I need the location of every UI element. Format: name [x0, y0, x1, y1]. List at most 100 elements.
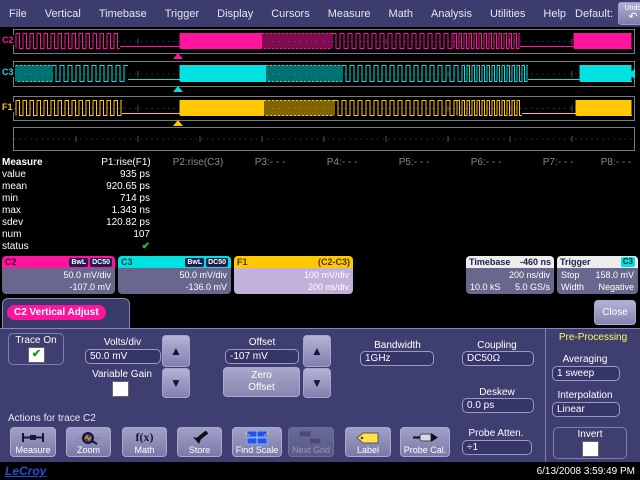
- measure-col-p4[interactable]: P4:- - -: [306, 157, 378, 169]
- tab-c2-vertical-adjust[interactable]: C2 Vertical Adjust: [2, 298, 130, 328]
- invert-checkbox[interactable]: [582, 441, 599, 457]
- menu-cursors[interactable]: Cursors: [262, 8, 319, 20]
- bwl-badge: BwL: [69, 258, 88, 267]
- timebase-box[interactable]: Timebase -460 ns 200 ns/div 10.0 kS 5.0 …: [466, 256, 554, 294]
- probe-cal-button[interactable]: Probe Cal.: [400, 427, 450, 457]
- label-button[interactable]: Label: [345, 427, 391, 457]
- trigger-time-marker-c2[interactable]: [173, 53, 183, 59]
- menu-timebase[interactable]: Timebase: [90, 8, 156, 20]
- coupling-field[interactable]: DC50Ω: [462, 351, 534, 366]
- store-button[interactable]: Store: [177, 427, 222, 457]
- trace-on-checkbox[interactable]: ✔: [28, 347, 45, 363]
- menu-math[interactable]: Math: [380, 8, 422, 20]
- measure-p1-num: 107: [90, 229, 162, 241]
- dc50-badge: DC50: [90, 258, 112, 267]
- zero-offset-button[interactable]: Zero Offset: [223, 367, 300, 397]
- menu-file[interactable]: File: [0, 8, 36, 20]
- measure-p8-value: [594, 169, 638, 181]
- zero-offset-label: Zero Offset: [240, 370, 284, 394]
- volts-div-label: Volts/div: [85, 337, 160, 348]
- grid-strip-f1[interactable]: [13, 96, 635, 121]
- offset-field[interactable]: -107 mV: [225, 349, 299, 364]
- measure-row-label-value: value: [2, 169, 90, 181]
- channel-c2-id: C2: [5, 257, 17, 267]
- offset-down-button[interactable]: ▼: [303, 368, 331, 398]
- close-button[interactable]: Close: [594, 300, 636, 325]
- volts-div-down-button[interactable]: ▼: [162, 368, 190, 398]
- measure-p3-num: [234, 229, 306, 241]
- measure-p5-value: [378, 169, 450, 181]
- find-scale-button[interactable]: Find Scale: [232, 427, 282, 457]
- measure-p8-num: [594, 229, 638, 241]
- measure-col-p7[interactable]: P7:- - -: [522, 157, 594, 169]
- channel-box-c3[interactable]: C3 BwL DC50 50.0 mV/div -136.0 mV: [118, 256, 231, 294]
- trigger-time-marker-f1[interactable]: [173, 120, 183, 126]
- trigger-box[interactable]: Trigger C3 Stop 158.0 mV Width Negative: [557, 256, 638, 294]
- next-grid-button: Next Grid: [288, 427, 334, 457]
- measure-p7-max: [522, 205, 594, 217]
- math-button[interactable]: f(x)Math: [122, 427, 167, 457]
- measure-col-p3[interactable]: P3:- - -: [234, 157, 306, 169]
- volts-div-field[interactable]: 50.0 mV: [85, 349, 161, 364]
- bandwidth-field[interactable]: 1GHz: [360, 351, 434, 366]
- measure-p2-max: [162, 205, 234, 217]
- interpolation-label: Interpolation: [548, 390, 622, 401]
- measure-col-p2[interactable]: P2:rise(C3): [162, 157, 234, 169]
- menu-measure[interactable]: Measure: [319, 8, 380, 20]
- trace-label-f1[interactable]: F1: [1, 102, 14, 112]
- measure-col-p5[interactable]: P5:- - -: [378, 157, 450, 169]
- trace-label-c3[interactable]: C3: [1, 67, 15, 77]
- measure-col-p8[interactable]: P8:- - -: [594, 157, 638, 169]
- measure-p3-sdev: [234, 217, 306, 229]
- measure-p8-mean: [594, 181, 638, 193]
- measure-p1-sdev: 120.82 ps: [90, 217, 162, 229]
- trigger-level-marker-c3[interactable]: [628, 69, 635, 79]
- offset-label: Offset: [225, 337, 299, 348]
- measure-p8-status: [594, 241, 638, 253]
- measure-col-p1[interactable]: P1:rise(F1): [90, 157, 162, 169]
- measure-p5-min: [378, 193, 450, 205]
- panel-divider: [545, 329, 546, 463]
- menu-vertical[interactable]: Vertical: [36, 8, 90, 20]
- timebase-samples: 10.0 kS: [470, 281, 501, 293]
- oscilloscope-screen: FileVerticalTimebaseTriggerDisplayCursor…: [0, 0, 640, 480]
- waveform-display[interactable]: C2 C3 F1: [0, 27, 640, 156]
- menu-display[interactable]: Display: [208, 8, 262, 20]
- measure-p4-value: [306, 169, 378, 181]
- channel-box-f1[interactable]: F1 (C2-C3) 100 mV/div 200 ns/div: [234, 256, 353, 294]
- grid-strip-empty[interactable]: [13, 127, 635, 151]
- grid-strip-c2[interactable]: [13, 29, 635, 54]
- measure-table: MeasureP1:rise(F1)P2:rise(C3)P3:- - -P4:…: [2, 157, 638, 253]
- trigger-kind: Width: [561, 281, 584, 293]
- measure-p8-max: [594, 205, 638, 217]
- interpolation-field[interactable]: Linear: [552, 402, 620, 417]
- invert-label: Invert: [555, 429, 625, 440]
- measure-p2-status: [162, 241, 234, 253]
- zoom-button[interactable]: Zoom: [66, 427, 111, 457]
- channel-box-c2[interactable]: C2 BwL DC50 50.0 mV/div -107.0 mV: [2, 256, 115, 294]
- averaging-label: Averaging: [552, 354, 618, 365]
- probe-atten-field[interactable]: ÷1: [462, 440, 532, 455]
- offset-up-button[interactable]: ▲: [303, 335, 331, 367]
- menu-help[interactable]: Help: [534, 8, 575, 20]
- trigger-time-marker-c3[interactable]: [173, 86, 183, 92]
- variable-gain-checkbox[interactable]: [112, 381, 129, 397]
- measure-button[interactable]: Measure: [10, 427, 56, 457]
- averaging-field[interactable]: 1 sweep: [552, 366, 620, 381]
- measure-col-p6[interactable]: P6:- - -: [450, 157, 522, 169]
- button-label: Zoom: [77, 445, 100, 455]
- volts-div-up-button[interactable]: ▲: [162, 335, 190, 367]
- undo-button[interactable]: Undo ↶: [618, 2, 640, 25]
- menu-utilities[interactable]: Utilities: [481, 8, 534, 20]
- measure-p8-min: [594, 193, 638, 205]
- menu-trigger[interactable]: Trigger: [156, 8, 208, 20]
- grid-strip-c3[interactable]: [13, 61, 635, 87]
- deskew-field[interactable]: 0.0 ps: [462, 398, 534, 413]
- measure-p1-max: 1.343 ns: [90, 205, 162, 217]
- f1-timebase: 200 ns/div: [238, 281, 349, 293]
- measure-p6-mean: [450, 181, 522, 193]
- measure-row-label-max: max: [2, 205, 90, 217]
- menu-analysis[interactable]: Analysis: [422, 8, 481, 20]
- zoom-icon: [76, 430, 102, 445]
- trace-label-c2[interactable]: C2: [1, 35, 15, 45]
